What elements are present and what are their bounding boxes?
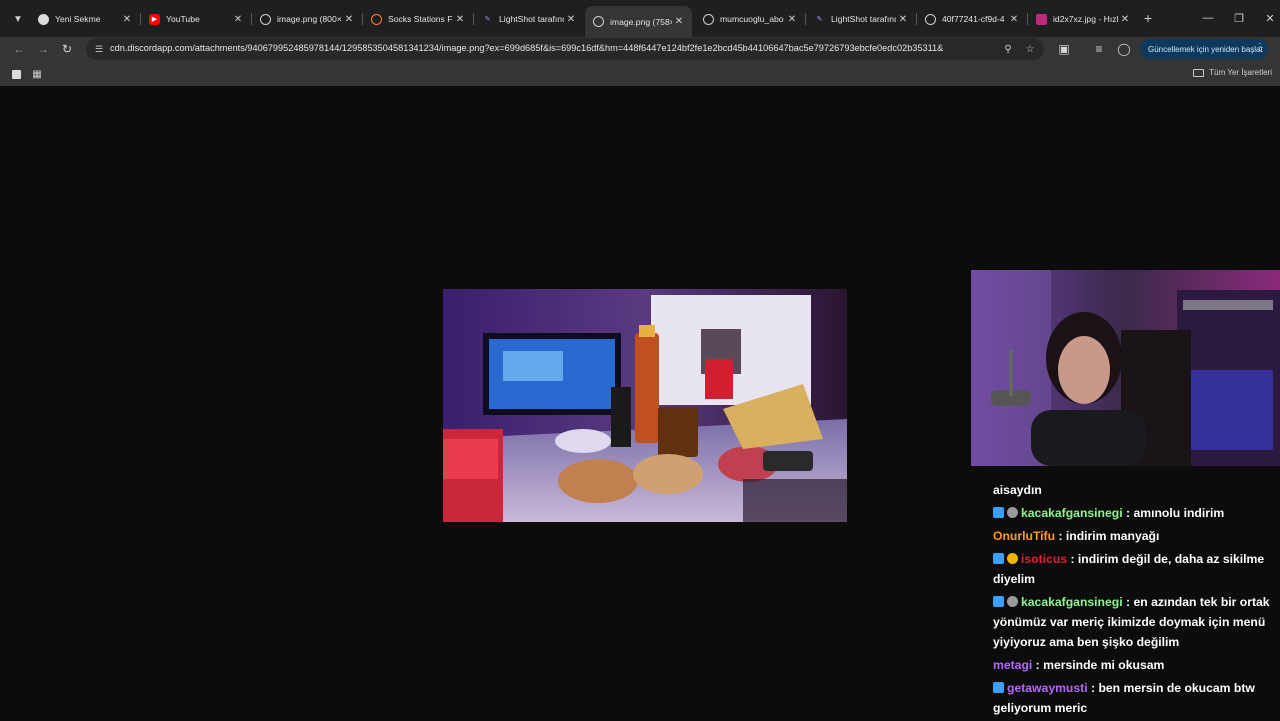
close-icon[interactable]: ✕ [1007,12,1021,26]
profile-avatar-icon[interactable]: ◯ [1115,40,1133,58]
tab-search-chevron-icon[interactable]: ▼ [8,9,28,29]
globe-icon [925,13,936,25]
close-icon[interactable]: ✕ [785,12,799,26]
imgur-icon [1036,13,1047,25]
chat-message: kacakafgansinegi : amınolu indirim [993,503,1278,523]
all-bookmarks-label: Tüm Yer İşaretleri [1209,68,1272,77]
globe-icon [703,13,714,25]
viewed-image[interactable] [443,289,847,522]
chat-text: : amınolu indirim [1122,506,1225,520]
chat-text: aisaydın [993,483,1042,497]
bookmark-star-icon[interactable]: ☆ [1022,41,1038,57]
tab-yeni-sekme[interactable]: Yeni Sekme ✕ [30,6,140,32]
chat-username[interactable]: metagi [993,658,1032,672]
tab-image-758-active[interactable]: image.png (758× ✕ [585,6,692,37]
more-menu-icon[interactable]: ⋮ [1255,42,1265,53]
tab-image-800[interactable]: image.png (800× ✕ [252,6,362,32]
chat-username[interactable]: getawaymusti [1007,681,1088,695]
tab-youtube[interactable]: ▶ YouTube ✕ [141,6,251,32]
gift-badge-icon [1007,507,1018,518]
close-icon[interactable]: ✕ [231,12,245,26]
close-icon[interactable]: ✕ [672,15,686,29]
url-text[interactable]: cdn.discordapp.com/attachments/940679952… [110,43,943,53]
tab-lightshot-1[interactable]: ✎ LightShot tarafınd ✕ [474,6,584,32]
close-icon[interactable]: ✕ [453,12,467,26]
chat-username[interactable]: kacakafgansinegi [1021,506,1123,520]
stream-chat: aisaydın kacakafgansinegi : amınolu indi… [993,480,1278,721]
bookmarks-bar: ▦ Tüm Yer İşaretleri [0,62,1280,86]
feather-icon: ✎ [484,16,491,23]
media-controls-icon[interactable]: ≡ [1090,40,1108,58]
chat-username[interactable]: kacakafgansinegi [1021,595,1123,609]
desk-photo [443,289,847,522]
chat-username[interactable]: OnurluTifu [993,529,1055,543]
streamer-webcam [971,270,1280,466]
chrome-icon [38,13,49,25]
prime-badge-icon [993,682,1004,693]
tab-imgur[interactable]: id2x7xz.jpg - Hızl ✕ [1028,6,1138,32]
close-icon[interactable]: ✕ [120,12,134,26]
tab-title: LightShot tarafınd [831,14,896,24]
site-settings-icon[interactable]: ☰ [92,42,106,56]
tab-title: YouTube [166,14,200,24]
gift-badge-icon [1007,596,1018,607]
tab-title: mumcuoglu_abo [720,14,784,24]
chat-message: metagi : mersinde mi okusam [993,655,1278,675]
update-restart-button[interactable]: Güncellemek için yeniden başlat ⋮ [1140,39,1268,59]
tab-title: 40f77241-cf9d-4 [942,14,1005,24]
new-tab-plus-icon[interactable]: + [1140,10,1156,26]
tab-title: Socks Stations Fa [388,14,453,24]
close-icon[interactable]: ✕ [1118,12,1132,26]
update-restart-label: Güncellemek için yeniden başlat [1148,44,1263,54]
youtube-icon: ▶ [149,13,160,25]
back-arrow-icon[interactable]: ← [10,40,28,58]
tab-socks-stations[interactable]: Socks Stations Fa ✕ [363,6,473,32]
chat-message: OnurluTifu : indirim manyağı [993,526,1278,546]
tab-strip: ▼ Yeni Sekme ✕ ▶ YouTube ✕ image.png (80… [0,0,1280,37]
tab-mumcuoglu[interactable]: mumcuoglu_abo ✕ [695,6,805,32]
close-window-icon[interactable]: ✕ [1260,8,1280,28]
chat-message: aisaydın [993,480,1278,500]
close-icon[interactable]: ✕ [564,12,578,26]
subscriber-badge-icon [993,507,1004,518]
extensions-puzzle-icon[interactable]: ▣ [1055,40,1073,58]
tab-title: image.png (800× [277,14,342,24]
browser-toolbar: ← → ↻ ☰ cdn.discordapp.com/attachments/9… [0,37,1280,62]
reload-icon[interactable]: ↻ [58,40,76,58]
close-icon[interactable]: ✕ [896,12,910,26]
all-bookmarks[interactable]: Tüm Yer İşaretleri [1193,68,1272,77]
tab-title: image.png (758× [610,16,672,27]
chat-message: kacakafgansinegi : en azından tek bir or… [993,592,1278,652]
prime-badge-icon [993,553,1004,564]
webcam-feed [971,270,1280,466]
tab-title: id2x7xz.jpg - Hızl [1053,14,1118,24]
tab-lightshot-2[interactable]: ✎ LightShot tarafınd ✕ [806,6,916,32]
globe-icon [593,16,604,27]
folder-icon [1193,68,1205,77]
apps-grid-icon[interactable]: ▦ [30,67,44,81]
chat-message: isoticus : indirim değil de, daha az sik… [993,549,1278,589]
page-icon[interactable] [9,67,23,81]
feather-icon: ✎ [816,16,823,23]
minimize-icon[interactable]: — [1198,8,1218,28]
chat-username[interactable]: isoticus [1021,552,1067,566]
restore-icon[interactable]: ❐ [1229,8,1249,28]
address-bar[interactable]: ☰ cdn.discordapp.com/attachments/9406799… [86,38,1044,60]
tab-40f77241[interactable]: 40f77241-cf9d-4 ✕ [917,6,1027,32]
tab-title: LightShot tarafınd [499,14,564,24]
forward-arrow-icon[interactable]: → [34,40,52,58]
zoom-magnifier-icon[interactable]: ⚲ [1000,41,1016,57]
chat-text: : indirim manyağı [1055,529,1160,543]
subscriber-badge-icon [993,596,1004,607]
chat-message: getawaymusti : ben mersin de okucam btw … [993,678,1278,718]
globe-icon [260,13,271,25]
tab-title: Yeni Sekme [55,14,101,24]
close-icon[interactable]: ✕ [342,12,356,26]
chat-text: : mersinde mi okusam [1032,658,1165,672]
bits-badge-icon [1007,553,1018,564]
socks-icon [371,13,382,25]
